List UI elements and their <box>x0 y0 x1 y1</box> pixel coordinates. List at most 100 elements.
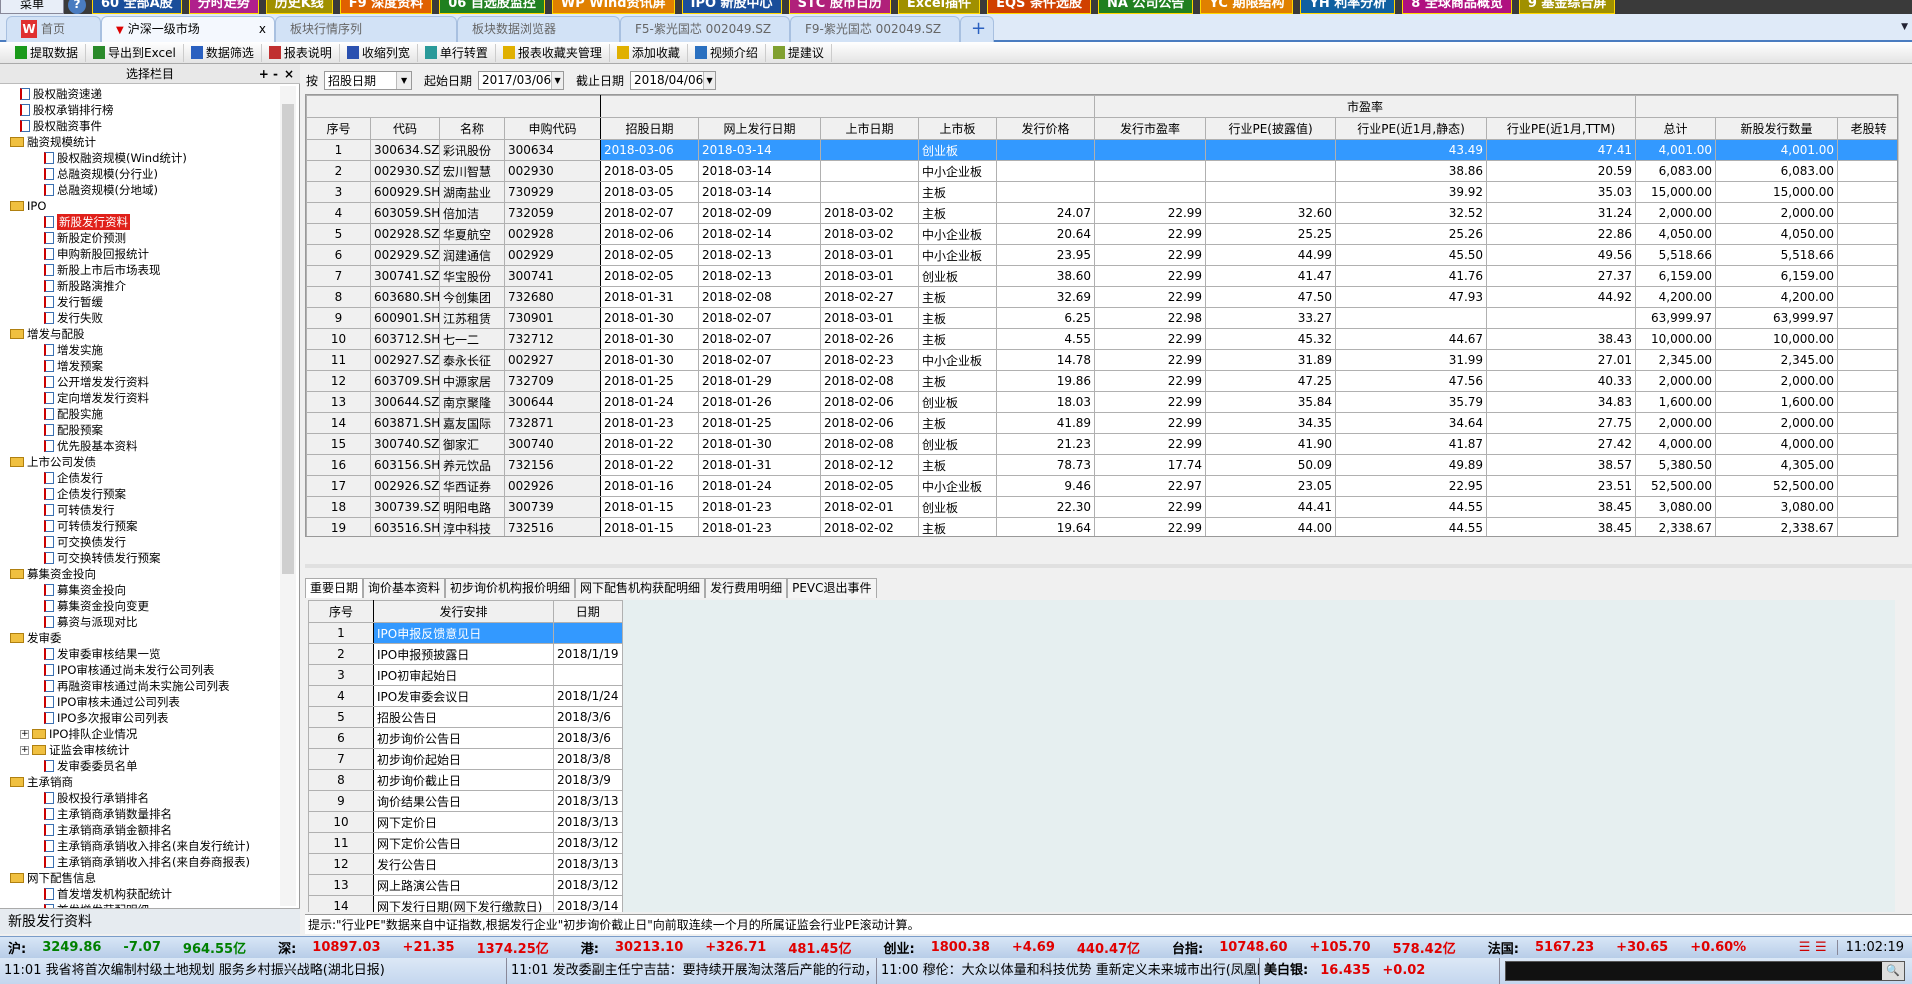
sort-by-select[interactable]: 招股日期 ▼ <box>324 70 413 90</box>
sidebar-item[interactable]: 发行失败 <box>44 310 103 326</box>
quick-launch-button[interactable]: 分时走势 <box>188 0 259 14</box>
table-row[interactable]: 1 IPO申报反馈意见日 <box>308 622 623 644</box>
column-header[interactable]: 总计 <box>1635 117 1717 140</box>
table-row[interactable]: 9 600901.SH 江苏租赁 730901 2018-01-30 2018-02-07… <box>306 307 1897 329</box>
table-row[interactable]: 8 603680.SH 今创集团 732680 2018-01-31 2018-02-08… <box>306 286 1897 308</box>
tab-list-icon[interactable]: ▼ <box>1901 22 1908 32</box>
sidebar-item[interactable]: 股权融资规模(Wind统计) <box>44 150 187 166</box>
sidebar-item[interactable]: IPO多次报审公司列表 <box>44 710 168 726</box>
table-row[interactable]: 3 IPO初审起始日 <box>308 664 623 686</box>
sidebar-item[interactable]: 主承销商 <box>10 774 73 790</box>
sidebar-item[interactable]: 配股实施 <box>44 406 103 422</box>
column-header[interactable]: 申购代码 <box>504 117 601 140</box>
sidebar-item[interactable]: + IPO排队企业情况 <box>20 726 137 742</box>
sidebar-item[interactable]: 股权融资速递 <box>20 86 102 102</box>
table-row[interactable]: 10 603712.SH 七一二 732712 2018-01-30 2018-02-07… <box>306 328 1897 350</box>
close-icon[interactable]: x <box>259 17 266 41</box>
column-header[interactable]: 序号 <box>308 600 374 623</box>
toolbar-play-button[interactable]: 提取数据 <box>8 43 87 62</box>
tab-3[interactable]: 板块数据浏览器 <box>457 16 620 42</box>
sidebar-item[interactable]: 增发预案 <box>44 358 103 374</box>
menu-button[interactable]: 菜单 <box>0 0 64 14</box>
quick-launch-button[interactable]: 60 全部A股 <box>92 0 182 14</box>
detail-tab[interactable]: 询价基本资料 <box>363 578 446 598</box>
toolbar-minus-button[interactable]: 收缩列宽 <box>340 43 418 62</box>
pane-splitter[interactable] <box>305 564 1912 568</box>
detail-tab[interactable]: 发行费用明细 <box>705 578 788 598</box>
toolbar-excel-button[interactable]: 导出到Excel <box>86 43 184 62</box>
sidebar-item[interactable]: 网下配售信息 <box>10 870 96 886</box>
sidebar-item[interactable]: 股权投行承销排名 <box>44 790 149 806</box>
toolbar-star-button[interactable]: 报表收藏夹管理 <box>496 43 610 62</box>
column-header[interactable]: 序号 <box>306 117 371 140</box>
sidebar-item[interactable]: 募集资金投向 <box>44 582 126 598</box>
table-row[interactable]: 19 603516.SH 淳中科技 732516 2018-01-15 2018-01-2… <box>306 517 1897 536</box>
column-header[interactable]: 名称 <box>439 117 505 140</box>
sidebar-item[interactable]: 发行暂缓 <box>44 294 103 310</box>
news-item[interactable]: 11:01 我省将首次编制村级土地规划 服务乡村振兴战略(湖北日报) <box>0 958 507 984</box>
quick-launch-button[interactable]: 历史K线 <box>265 0 333 14</box>
table-row[interactable]: 15 300740.SZ 御家汇 300740 2018-01-22 2018-01-30… <box>306 433 1897 455</box>
search-input[interactable]: 🔍 <box>1505 961 1905 981</box>
detail-tab[interactable]: 网下配售机构获配明细 <box>575 578 706 598</box>
sidebar-item[interactable]: 优先股基本资料 <box>44 438 138 454</box>
sidebar-item[interactable]: IPO审核通过尚未发行公司列表 <box>44 662 214 678</box>
toolbar-filter-button[interactable]: 数据筛选 <box>184 43 262 62</box>
table-row[interactable]: 4 603059.SH 倍加洁 732059 2018-02-07 2018-02-09 2… <box>306 202 1897 224</box>
sidebar-item[interactable]: 可转债发行 <box>44 502 115 518</box>
quick-launch-button[interactable]: 9 基金综合屏 <box>1518 0 1616 14</box>
expand-icon[interactable]: + <box>20 729 29 739</box>
table-row[interactable]: 14 603871.SH 嘉友国际 732871 2018-01-23 2018-01-2… <box>306 412 1897 434</box>
table-row[interactable]: 12 发行公告日 2018/3/13 <box>308 853 623 875</box>
sidebar-item[interactable]: 可转债发行预案 <box>44 518 138 534</box>
quick-launch-button[interactable]: YC 期限结构 <box>1200 0 1294 14</box>
tab-1[interactable]: ▼ 沪深一级市场 x <box>101 16 275 42</box>
table-row[interactable]: 13 300644.SZ 南京聚隆 300644 2018-01-24 2018-01-2… <box>306 391 1897 413</box>
tab-2[interactable]: 板块行情序列 <box>275 16 457 42</box>
table-row[interactable]: 2 IPO申报预披露日 2018/1/19 <box>308 643 623 665</box>
column-header[interactable]: 发行价格 <box>995 117 1096 140</box>
table-row[interactable]: 11 网下定价公告日 2018/3/12 <box>308 832 623 854</box>
table-row[interactable]: 17 002926.SZ 华西证券 002926 2018-01-16 2018-01-2… <box>306 475 1897 497</box>
sidebar-item[interactable]: IPO审核未通过公司列表 <box>44 694 180 710</box>
new-tab-button[interactable]: + <box>960 16 994 42</box>
news-item[interactable]: 11:01 发改委副主任宁吉喆：要持续开展淘汰落后产能的行动，规范化去... <box>507 958 877 984</box>
end-date-picker[interactable]: 2018/04/06 ▼ <box>630 70 717 90</box>
sidebar-item[interactable]: 新股上市后市场表现 <box>44 262 161 278</box>
sidebar-item[interactable]: 股权承销排行榜 <box>20 102 114 118</box>
table-row[interactable]: 3 600929.SH 湖南盐业 730929 2018-03-05 2018-03-14… <box>306 181 1897 203</box>
toolbar-magnify-button[interactable]: 单行转置 <box>418 43 496 62</box>
table-row[interactable]: 14 网下发行日期(网下发行缴款日) 2018/3/14 <box>308 895 623 912</box>
quick-launch-button[interactable]: STC 股市日历 <box>788 0 891 14</box>
sidebar-item[interactable]: 增发实施 <box>44 342 103 358</box>
sidebar-item[interactable]: 发审委审核结果一览 <box>44 646 161 662</box>
layout-icon[interactable]: ☰ ☰ <box>1799 940 1827 955</box>
grid-vertical-scrollbar[interactable] <box>1898 94 1912 537</box>
sidebar-item[interactable]: 主承销商承销收入排名(来自券商报表) <box>44 854 250 870</box>
column-header[interactable]: 行业PE(披露值) <box>1205 117 1337 140</box>
column-header[interactable]: 日期 <box>553 600 623 623</box>
sidebar-item[interactable]: 申购新股回报统计 <box>44 246 149 262</box>
column-header[interactable]: 行业PE(近1月,静态) <box>1335 117 1488 140</box>
sidebar-item[interactable]: 募集资金投向变更 <box>44 598 149 614</box>
sidebar-item[interactable]: 主承销商承销数量排名 <box>44 806 172 822</box>
column-header[interactable]: 发行市盈率 <box>1094 117 1207 140</box>
detail-tab[interactable]: 初步询价机构报价明细 <box>445 578 576 598</box>
column-header[interactable]: 上市日期 <box>820 117 919 140</box>
quick-launch-button[interactable]: Excel插件 <box>897 0 981 14</box>
sidebar-item[interactable]: 企债发行预案 <box>44 486 126 502</box>
quick-launch-button[interactable]: 8 全球商品概览 <box>1402 0 1512 14</box>
column-header[interactable]: 发行安排 <box>373 600 554 623</box>
toolbar-video-button[interactable]: 视频介绍 <box>688 43 766 62</box>
toolbar-user-button[interactable]: 提建议 <box>766 43 832 62</box>
expand-icon[interactable]: + <box>20 745 29 755</box>
quick-launch-button[interactable]: WP Wind资讯屏 <box>551 0 675 14</box>
table-row[interactable]: 6 初步询价公告日 2018/3/6 <box>308 727 623 749</box>
tab-0[interactable]: W 首页 <box>6 16 101 42</box>
table-row[interactable]: 12 603709.SH 中源家居 732709 2018-01-25 2018-01-2… <box>306 370 1897 392</box>
sidebar-item[interactable]: 募资与派现对比 <box>44 614 138 630</box>
sidebar-item[interactable]: 可交换转债发行预案 <box>44 550 161 566</box>
table-row[interactable]: 16 603156.SH 养元饮品 732156 2018-01-22 2018-01-3… <box>306 454 1897 476</box>
sidebar-item[interactable]: 公开增发发行资料 <box>44 374 149 390</box>
start-date-picker[interactable]: 2017/03/06 ▼ <box>478 70 565 90</box>
